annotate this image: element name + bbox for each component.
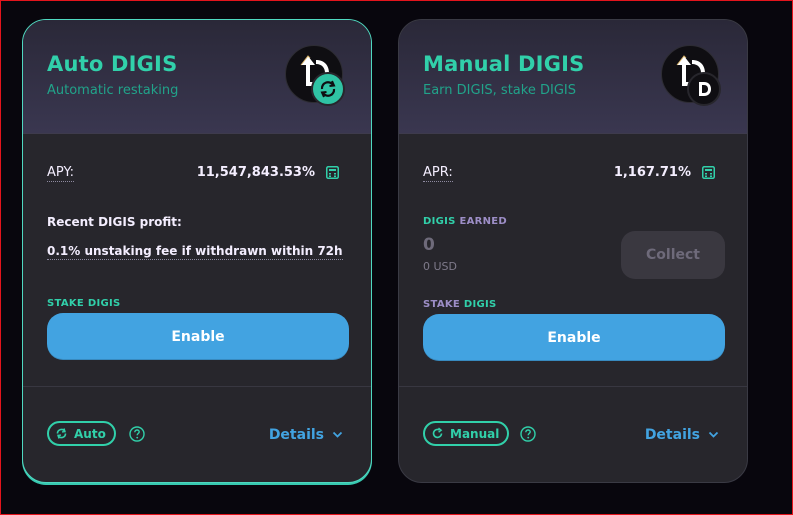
token-logo <box>285 45 345 106</box>
apy-value: 11,547,843.53% <box>196 165 315 180</box>
calculator-icon[interactable] <box>326 166 339 179</box>
card-divider <box>399 386 747 387</box>
details-toggle[interactable]: Details <box>645 427 719 443</box>
details-toggle[interactable]: Details <box>269 427 343 443</box>
recent-profit-label: Recent DIGIS profit: <box>47 215 182 229</box>
card-header: Auto DIGIS Automatic restaking <box>23 20 371 134</box>
collect-button[interactable]: Collect <box>621 231 725 279</box>
auto-compound-badge-icon <box>311 72 345 106</box>
apy-label[interactable]: APY: <box>47 165 75 182</box>
auto-tag-label: Auto <box>74 426 106 441</box>
details-label: Details <box>268 427 324 443</box>
card-subtitle: Earn DIGIS, stake DIGIS <box>423 83 576 98</box>
stake-token: DIGIS <box>463 299 497 310</box>
refresh-icon <box>56 428 67 439</box>
calculator-icon[interactable] <box>702 166 715 179</box>
manual-refresh-icon <box>432 427 443 439</box>
earned-amount: 0 <box>423 235 435 255</box>
apr-value: 1,167.71% <box>613 165 691 180</box>
help-icon[interactable] <box>129 426 145 442</box>
stake-heading: STAKE DIGIS <box>423 299 497 310</box>
stake-prefix: STAKE <box>47 298 85 309</box>
auto-digis-card: Auto DIGIS Automatic restaking APY: 11,5… <box>22 19 372 483</box>
enable-button[interactable]: Enable <box>47 313 349 360</box>
manual-digis-card: Manual DIGIS Earn DIGIS, stake DIGIS APR… <box>398 19 748 483</box>
details-label: Details <box>644 427 700 443</box>
earned-usd-value: 0 USD <box>423 260 457 273</box>
chevron-down-icon <box>708 431 719 438</box>
unstaking-fee-note[interactable]: 0.1% unstaking fee if withdrawn within 7… <box>47 244 343 260</box>
stake-heading: STAKE DIGIS <box>47 298 121 309</box>
enable-button[interactable]: Enable <box>423 314 725 361</box>
chevron-down-icon <box>332 431 343 438</box>
earned-token: DIGIS <box>423 216 456 227</box>
earned-suffix: EARNED <box>459 216 508 227</box>
unstaking-fee-row: 0.1% unstaking fee if withdrawn within 7… <box>47 244 343 260</box>
stake-token: DIGIS <box>87 298 121 309</box>
token-logo <box>661 45 721 106</box>
card-title: Auto DIGIS <box>47 52 178 76</box>
manual-tag-label: Manual <box>450 426 500 441</box>
help-icon[interactable] <box>520 426 536 442</box>
card-title: Manual DIGIS <box>423 52 585 76</box>
auto-tag: Auto <box>47 421 116 446</box>
card-subtitle: Automatic restaking <box>47 83 179 98</box>
card-header: Manual DIGIS Earn DIGIS, stake DIGIS <box>399 20 747 134</box>
manual-tag: Manual <box>423 421 510 446</box>
digis-small-logo-icon <box>687 72 721 106</box>
stake-prefix: STAKE <box>423 299 461 310</box>
earned-heading: DIGIS EARNED <box>423 216 507 227</box>
card-divider <box>23 386 371 387</box>
apr-label[interactable]: APR: <box>423 165 453 182</box>
